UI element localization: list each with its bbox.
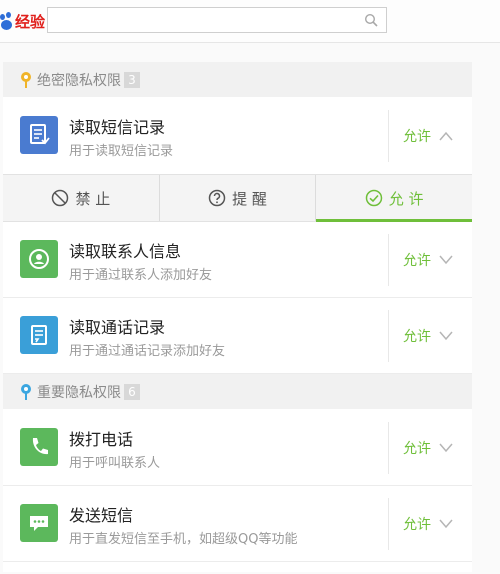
allow-button[interactable]: 允 许 bbox=[315, 175, 472, 222]
row-divider bbox=[388, 498, 389, 550]
permission-state: 允许 bbox=[403, 517, 431, 533]
permission-row-read-contacts[interactable]: 读取联系人信息 用于通过联系人添加好友 允许 bbox=[3, 222, 472, 298]
permission-toggle[interactable]: 允许 bbox=[403, 324, 453, 348]
pin-icon bbox=[21, 383, 31, 400]
forbid-button[interactable]: 禁 止 bbox=[3, 175, 159, 221]
call-log-icon bbox=[20, 316, 58, 354]
allow-label: 允 许 bbox=[388, 189, 424, 208]
permission-state: 允许 bbox=[403, 329, 431, 345]
permission-row-phone-call[interactable]: 拨打电话 用于呼叫联系人 允许 bbox=[3, 410, 472, 486]
chevron-down-icon bbox=[439, 255, 453, 265]
row-divider bbox=[388, 234, 389, 286]
row-description: 用于读取短信记录 bbox=[69, 144, 174, 159]
chevron-down-icon bbox=[439, 519, 453, 529]
section-title: 绝密隐私权限 bbox=[37, 72, 121, 89]
section-count-badge: 3 bbox=[124, 71, 140, 88]
sms-read-icon bbox=[20, 116, 58, 154]
top-bar: 经验 bbox=[0, 0, 500, 43]
permission-row-read-call-log[interactable]: 读取通话记录 用于通过通话记录添加好友 允许 bbox=[3, 298, 472, 374]
row-title: 拨打电话 bbox=[69, 430, 134, 449]
permission-row-read-sms[interactable]: 读取短信记录 用于读取短信记录 允许 bbox=[3, 98, 472, 174]
logo-text: 经验 bbox=[15, 12, 46, 31]
permission-state: 允许 bbox=[403, 129, 431, 145]
section-header-important: 重要隐私权限 6 bbox=[3, 374, 472, 409]
pin-icon bbox=[21, 71, 31, 88]
row-description: 用于通过通话记录添加好友 bbox=[69, 344, 226, 359]
question-icon bbox=[208, 189, 226, 207]
search-icon[interactable] bbox=[364, 13, 378, 27]
permission-state: 允许 bbox=[403, 253, 431, 269]
section-title: 重要隐私权限 bbox=[37, 384, 121, 401]
row-description: 用于呼叫联系人 bbox=[69, 456, 161, 471]
permission-panel: 绝密隐私权限 3 读取短信记录 用于读取短信记录 允许 禁 止 提 醒 允 许 … bbox=[3, 62, 472, 572]
permission-toggle[interactable]: 允许 bbox=[403, 436, 453, 460]
logo[interactable]: 经验 bbox=[0, 10, 45, 32]
permission-toggle[interactable]: 允许 bbox=[403, 512, 453, 536]
phone-icon bbox=[20, 428, 58, 466]
section-header-top-secret: 绝密隐私权限 3 bbox=[3, 62, 472, 97]
row-divider bbox=[388, 310, 389, 362]
row-title: 发送短信 bbox=[69, 506, 134, 525]
sms-send-icon bbox=[20, 504, 58, 542]
chevron-down-icon bbox=[439, 331, 453, 341]
chevron-down-icon bbox=[439, 443, 453, 453]
permission-action-bar: 禁 止 提 醒 允 许 bbox=[3, 174, 472, 222]
row-divider bbox=[388, 110, 389, 162]
chevron-up-icon bbox=[439, 131, 453, 141]
check-icon bbox=[365, 189, 383, 207]
row-description: 用于通过联系人添加好友 bbox=[69, 268, 213, 283]
forbid-label: 禁 止 bbox=[75, 189, 111, 208]
row-title: 读取通话记录 bbox=[69, 318, 166, 337]
remind-button[interactable]: 提 醒 bbox=[158, 175, 316, 221]
permission-state: 允许 bbox=[403, 441, 431, 457]
row-title: 读取联系人信息 bbox=[69, 242, 182, 261]
forbid-icon bbox=[52, 189, 69, 207]
row-title: 读取短信记录 bbox=[69, 118, 166, 137]
permission-row-send-sms[interactable]: 发送短信 用于直发短信至手机，如超级QQ等功能 允许 bbox=[3, 486, 472, 562]
permission-toggle[interactable]: 允许 bbox=[403, 248, 453, 272]
contact-icon bbox=[20, 240, 58, 278]
baidu-paw-icon bbox=[0, 12, 14, 30]
row-divider bbox=[388, 422, 389, 474]
permission-toggle[interactable]: 允许 bbox=[403, 124, 453, 148]
remind-label: 提 醒 bbox=[232, 189, 267, 208]
section-count-badge: 6 bbox=[124, 383, 140, 400]
row-description: 用于直发短信至手机，如超级QQ等功能 bbox=[69, 532, 298, 547]
search-input[interactable] bbox=[47, 7, 387, 33]
